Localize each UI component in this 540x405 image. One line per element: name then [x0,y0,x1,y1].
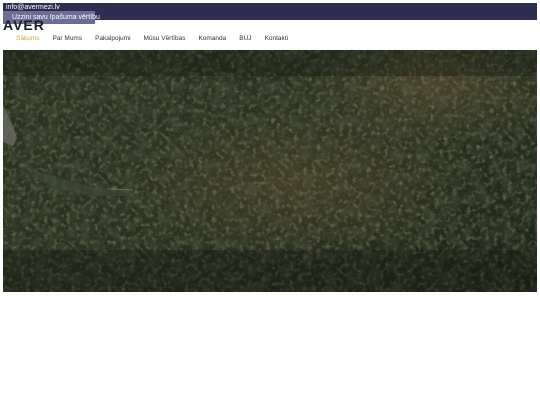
nav-item-musu-vertibas[interactable]: Mūsu Vērtības [144,34,186,46]
hero-forest-image [3,50,537,292]
nav-item-par-mums[interactable]: Par Mums [52,34,82,46]
main-nav: Sākums Par Mums Pakalpojumi Mūsu Vērtība… [16,34,301,46]
logo[interactable]: AVER [3,17,45,33]
forest-photo [3,50,537,292]
nav-item-sakums[interactable]: Sākums [16,34,39,46]
nav-item-kontakti[interactable]: Kontakti [265,34,289,46]
nav-item-buj[interactable]: BUJ [239,34,251,46]
nav-item-komanda[interactable]: Komanda [198,34,226,46]
nav-item-pakalpojumi[interactable]: Pakalpojumi [95,34,130,46]
